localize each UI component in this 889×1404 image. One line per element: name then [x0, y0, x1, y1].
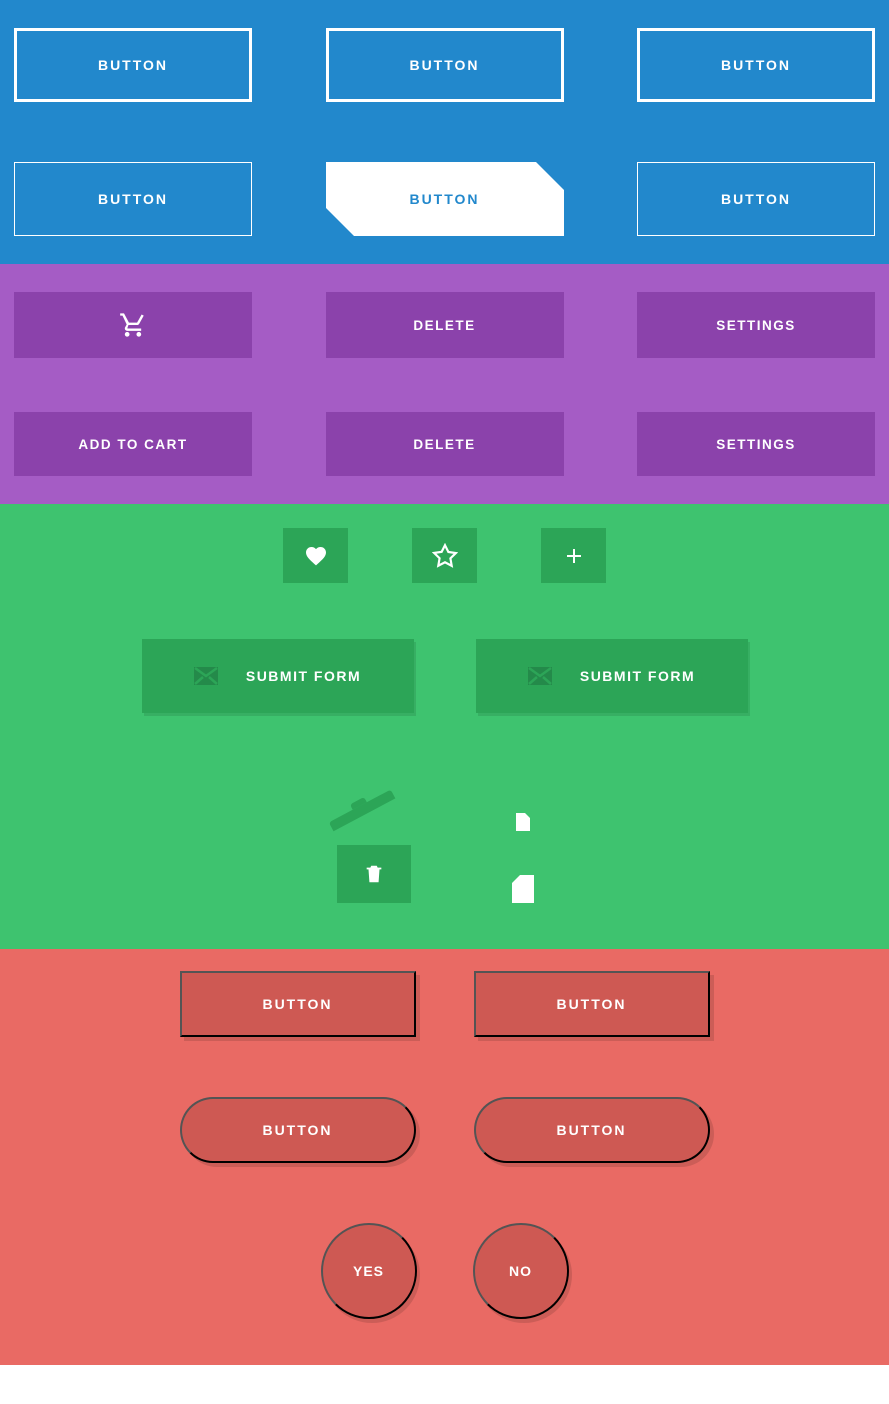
plus-button[interactable]: [541, 528, 606, 583]
red-rounded-button-2[interactable]: BUTTON: [474, 1097, 710, 1163]
star-button[interactable]: [412, 528, 477, 583]
trash-button[interactable]: [337, 803, 411, 903]
submit-label: SUBMIT FORM: [580, 668, 695, 684]
blue-section: BUTTON BUTTON BUTTON BUTTON BUTTON BUTTO…: [0, 0, 889, 264]
trash-lid-icon: [328, 790, 395, 832]
red-rounded-button-1[interactable]: BUTTON: [180, 1097, 416, 1163]
add-to-cart-button[interactable]: ADD TO CART: [14, 412, 252, 476]
submit-form-button-2[interactable]: SUBMIT FORM: [476, 639, 748, 713]
button-outline-2[interactable]: BUTTON: [326, 28, 564, 102]
cart-icon: [118, 311, 148, 339]
button-outline-3[interactable]: BUTTON: [637, 28, 875, 102]
yes-button[interactable]: YES: [321, 1223, 417, 1319]
circle-row: YES NO: [321, 1223, 569, 1319]
submit-form-button-1[interactable]: SUBMIT FORM: [142, 639, 414, 713]
heart-button[interactable]: [283, 528, 348, 583]
purple-row-1: DELETE SETTINGS: [14, 292, 875, 358]
cart-button[interactable]: [14, 292, 252, 358]
submit-label: SUBMIT FORM: [246, 668, 361, 684]
purple-section: DELETE SETTINGS ADD TO CART DELETE SETTI…: [0, 264, 889, 504]
icon-button-row: [283, 528, 606, 583]
purple-row-2: ADD TO CART DELETE SETTINGS: [14, 412, 875, 476]
red-row-2: BUTTON BUTTON: [180, 1097, 710, 1163]
file-big-icon: [512, 875, 534, 903]
no-button[interactable]: NO: [473, 1223, 569, 1319]
green-section: SUBMIT FORM SUBMIT FORM: [0, 504, 889, 949]
heart-icon: [303, 544, 329, 568]
submit-row: SUBMIT FORM SUBMIT FORM: [142, 639, 748, 713]
envelope-icon: [528, 667, 552, 685]
button-outline-1[interactable]: BUTTON: [14, 28, 252, 102]
blue-row-2: BUTTON BUTTON BUTTON: [14, 162, 875, 236]
delete-button[interactable]: DELETE: [326, 292, 564, 358]
blue-row-1: BUTTON BUTTON BUTTON: [14, 28, 875, 102]
file-button[interactable]: [493, 813, 553, 903]
button-corner[interactable]: BUTTON: [326, 162, 564, 236]
settings-button[interactable]: SETTINGS: [637, 292, 875, 358]
button-outline-thin-2[interactable]: BUTTON: [637, 162, 875, 236]
trash-body-icon: [337, 845, 411, 903]
red-section: BUTTON BUTTON BUTTON BUTTON YES NO: [0, 949, 889, 1365]
red-button-1[interactable]: BUTTON: [180, 971, 416, 1037]
plus-icon: [562, 544, 586, 568]
red-button-2[interactable]: BUTTON: [474, 971, 710, 1037]
button-outline-thin-1[interactable]: BUTTON: [14, 162, 252, 236]
red-row-1: BUTTON BUTTON: [180, 971, 710, 1037]
star-icon: [432, 543, 458, 569]
settings-button-2[interactable]: SETTINGS: [637, 412, 875, 476]
animated-icons-row: [337, 783, 553, 903]
delete-button-2[interactable]: DELETE: [326, 412, 564, 476]
file-small-icon: [516, 813, 530, 831]
envelope-icon: [194, 667, 218, 685]
